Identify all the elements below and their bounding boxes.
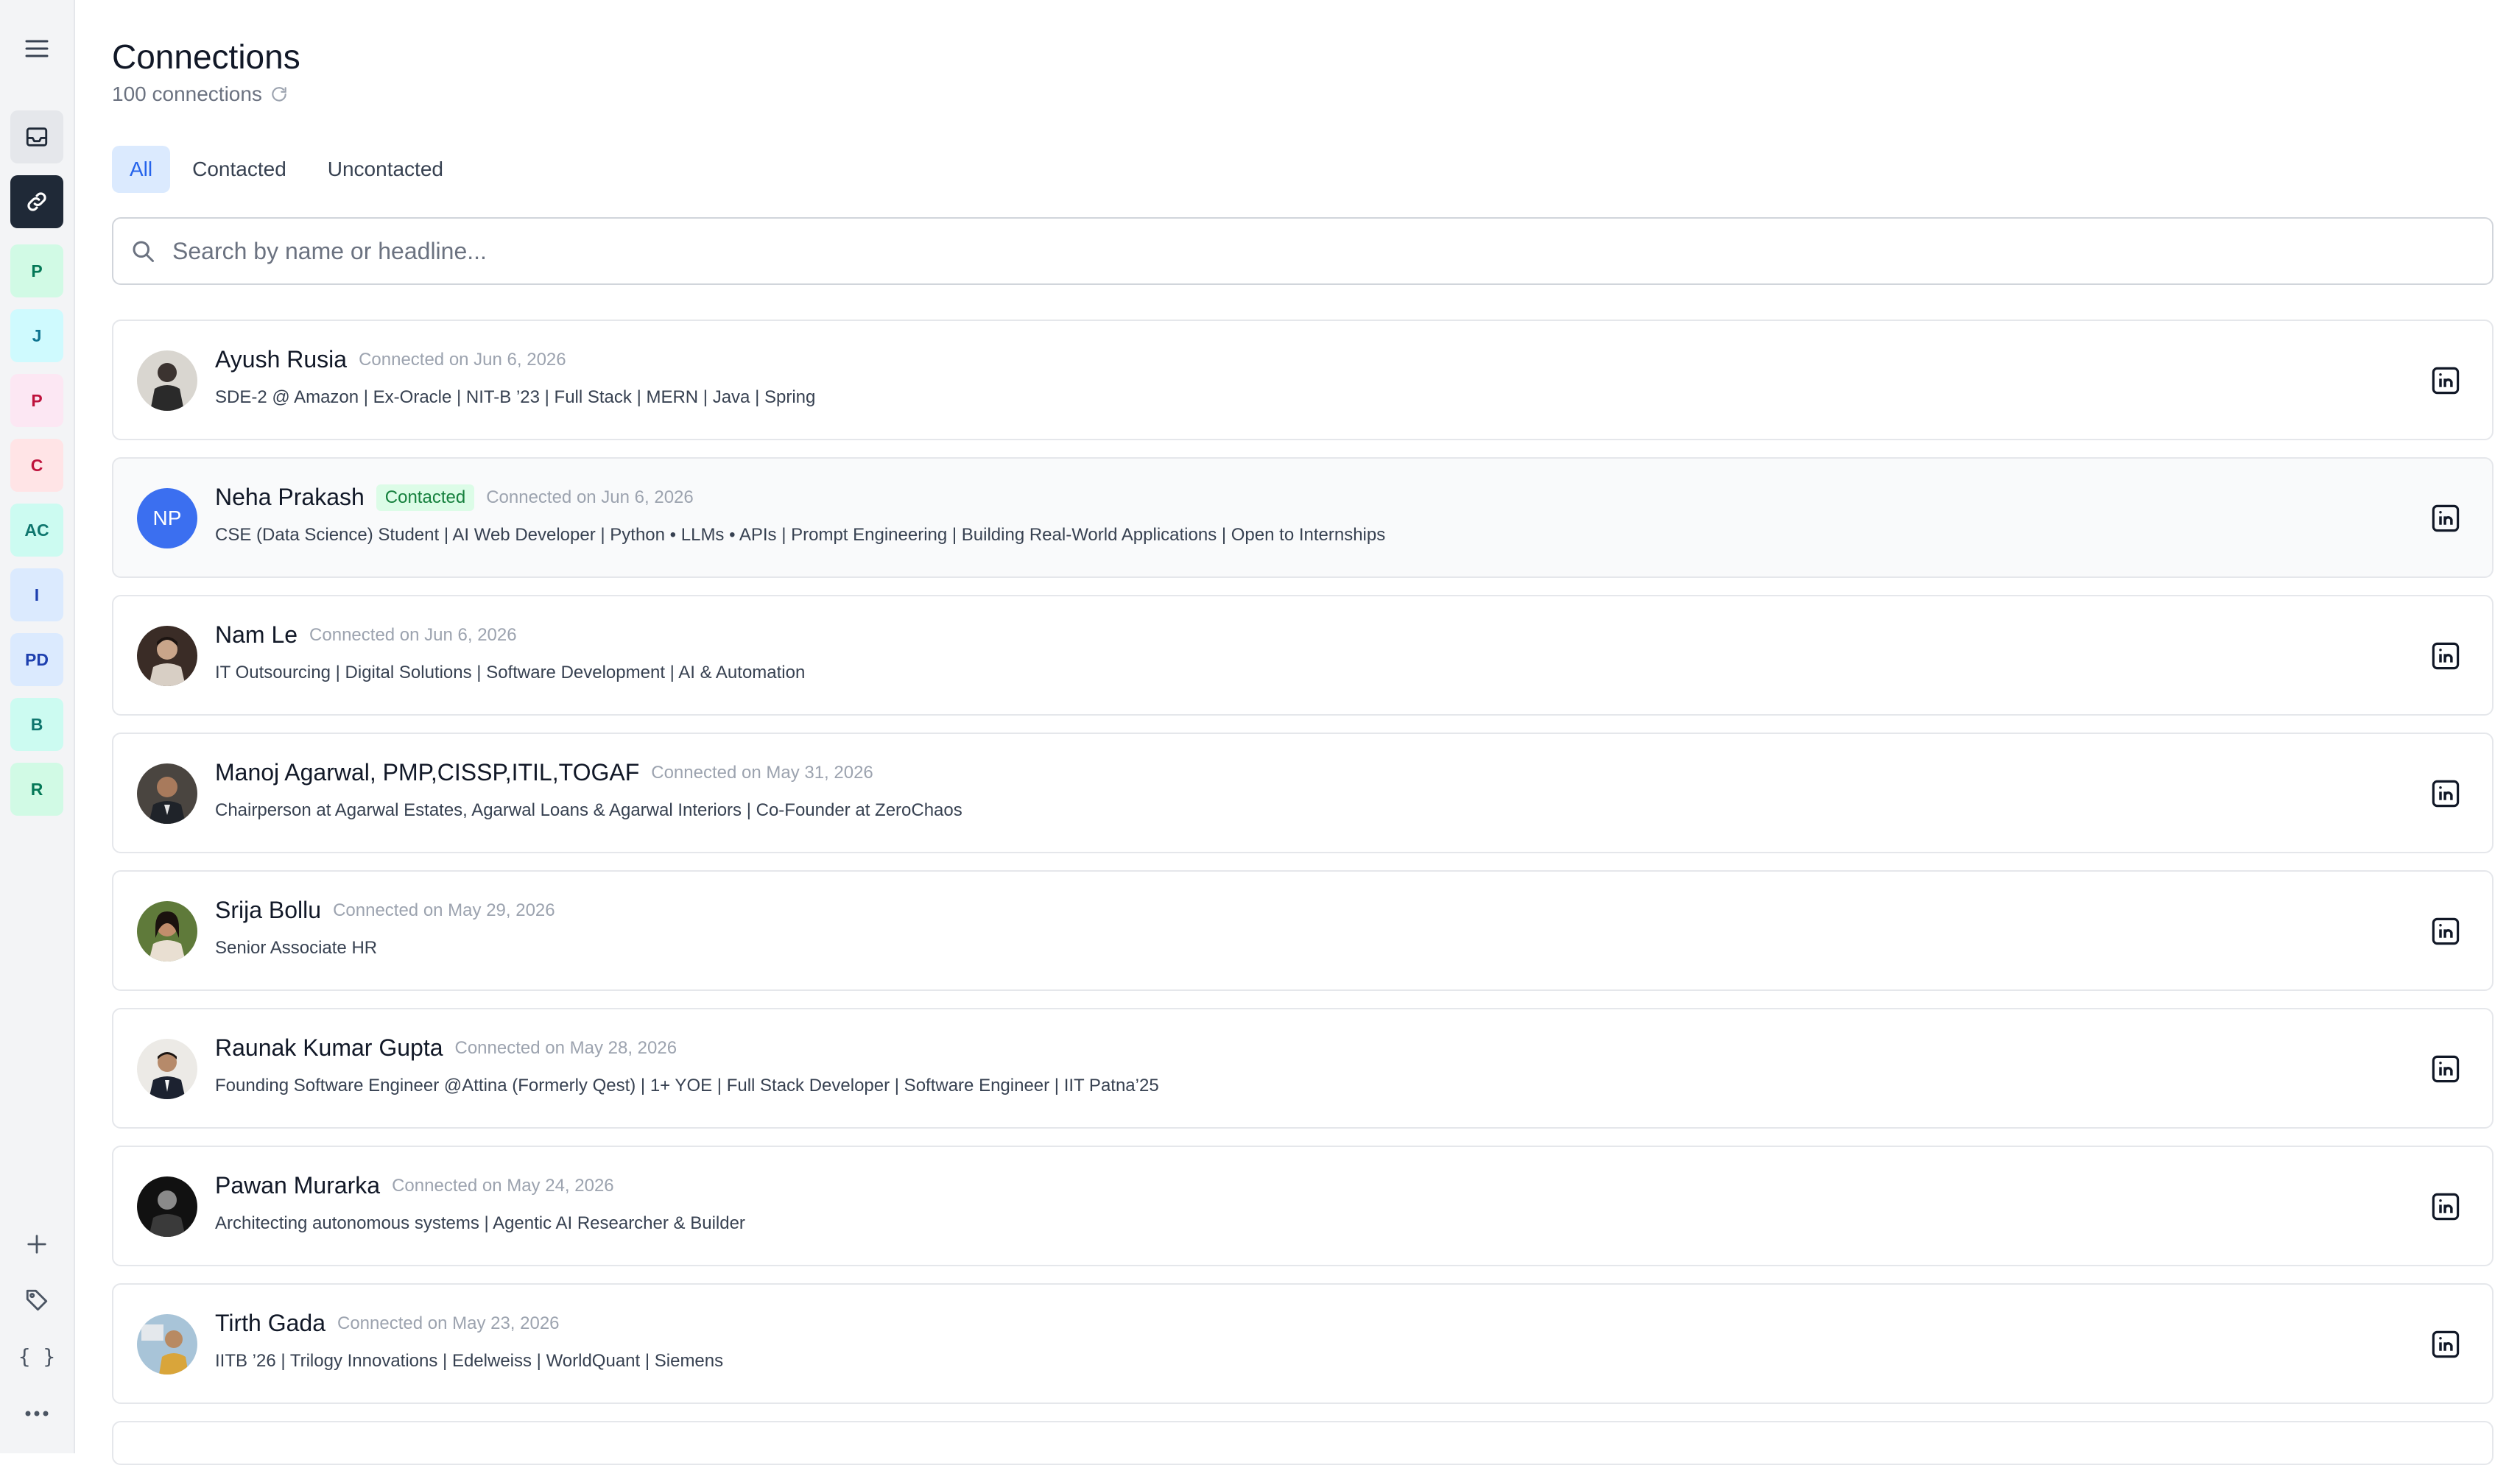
workspace-ac[interactable]: AC xyxy=(10,504,63,557)
connection-name[interactable]: Srija Bollu xyxy=(215,897,321,924)
connection-card[interactable]: Raunak Kumar Gupta Connected on May 28, … xyxy=(112,1008,2493,1129)
workspace-c[interactable]: C xyxy=(10,439,63,492)
workspace-p-2[interactable]: P xyxy=(10,374,63,427)
linkedin-icon[interactable] xyxy=(2429,1327,2463,1361)
link-icon[interactable] xyxy=(10,175,63,228)
connection-headline: CSE (Data Science) Student | AI Web Deve… xyxy=(215,525,1386,545)
connection-card[interactable]: NP Neha Prakash Contacted Connected on J… xyxy=(112,457,2493,578)
workspace-r[interactable]: R xyxy=(10,763,63,816)
workspace-i[interactable]: I xyxy=(10,568,63,621)
json-icon[interactable]: { } xyxy=(10,1334,63,1378)
avatar xyxy=(137,1314,197,1375)
linkedin-icon[interactable] xyxy=(2429,1052,2463,1086)
connection-card[interactable]: Ayush Rusia Connected on Jun 6, 2026 SDE… xyxy=(112,320,2493,440)
connection-name[interactable]: Ayush Rusia xyxy=(215,346,347,373)
linkedin-icon[interactable] xyxy=(2429,914,2463,948)
workspace-j[interactable]: J xyxy=(10,309,63,362)
connection-headline: Chairperson at Agarwal Estates, Agarwal … xyxy=(215,800,962,820)
connection-name[interactable]: Tirth Gada xyxy=(215,1310,325,1337)
linkedin-icon[interactable] xyxy=(2429,777,2463,811)
name-row: Manoj Agarwal, PMP,CISSP,ITIL,TOGAF Conn… xyxy=(215,759,873,786)
avatar xyxy=(137,350,197,411)
linkedin-icon[interactable] xyxy=(2429,364,2463,398)
connected-date: Connected on Jun 6, 2026 xyxy=(359,349,566,370)
name-row: Tirth Gada Connected on May 23, 2026 xyxy=(215,1310,560,1337)
filter-tabs: All Contacted Uncontacted xyxy=(112,146,462,193)
workspace-b[interactable]: B xyxy=(10,698,63,751)
connection-name[interactable]: Neha Prakash xyxy=(215,484,365,511)
name-row: Raunak Kumar Gupta Connected on May 28, … xyxy=(215,1034,677,1062)
linkedin-icon[interactable] xyxy=(2429,501,2463,535)
refresh-icon[interactable] xyxy=(270,85,289,104)
avatar xyxy=(137,626,197,686)
tab-uncontacted[interactable]: Uncontacted xyxy=(309,146,462,193)
tab-contacted[interactable]: Contacted xyxy=(173,146,306,193)
connection-count-label: 100 connections xyxy=(112,82,262,105)
connection-headline: SDE-2 @ Amazon | Ex-Oracle | NIT-B ’23 |… xyxy=(215,387,816,407)
search-icon xyxy=(130,238,156,264)
name-row: Pawan Murarka Connected on May 24, 2026 xyxy=(215,1172,614,1199)
connected-date: Connected on May 29, 2026 xyxy=(333,900,555,920)
name-row: Neha Prakash Contacted Connected on Jun … xyxy=(215,484,694,511)
connection-card[interactable] xyxy=(112,1421,2493,1465)
connection-headline: Founding Software Engineer @Attina (Form… xyxy=(215,1076,1159,1095)
sidebar: P J P C AC I PD B R { } xyxy=(0,0,75,1453)
name-row: Srija Bollu Connected on May 29, 2026 xyxy=(215,897,555,924)
menu-icon[interactable] xyxy=(10,22,63,75)
connected-date: Connected on May 28, 2026 xyxy=(454,1037,677,1058)
more-icon[interactable] xyxy=(10,1391,63,1436)
connection-card[interactable]: Pawan Murarka Connected on May 24, 2026 … xyxy=(112,1146,2493,1266)
connected-date: Connected on May 23, 2026 xyxy=(337,1313,560,1333)
connection-headline: Senior Associate HR xyxy=(215,938,378,958)
name-row: Ayush Rusia Connected on Jun 6, 2026 xyxy=(215,346,566,373)
connected-date: Connected on May 31, 2026 xyxy=(651,762,873,783)
connections-list: Ayush Rusia Connected on Jun 6, 2026 SDE… xyxy=(112,320,2493,1482)
avatar: NP xyxy=(137,488,197,548)
avatar xyxy=(137,763,197,824)
connection-name[interactable]: Nam Le xyxy=(215,621,298,649)
connected-date: Connected on Jun 6, 2026 xyxy=(486,487,694,507)
connection-card[interactable]: Manoj Agarwal, PMP,CISSP,ITIL,TOGAF Conn… xyxy=(112,733,2493,853)
workspace-p[interactable]: P xyxy=(10,244,63,297)
contacted-badge: Contacted xyxy=(376,484,475,511)
connection-headline: IT Outsourcing | Digital Solutions | Sof… xyxy=(215,663,806,682)
connection-card[interactable]: Srija Bollu Connected on May 29, 2026 Se… xyxy=(112,870,2493,991)
linkedin-icon[interactable] xyxy=(2429,639,2463,673)
connection-name[interactable]: Raunak Kumar Gupta xyxy=(215,1034,443,1062)
connected-date: Connected on May 24, 2026 xyxy=(392,1175,614,1196)
linkedin-icon[interactable] xyxy=(2429,1190,2463,1224)
search-box xyxy=(112,217,2493,285)
connection-name[interactable]: Manoj Agarwal, PMP,CISSP,ITIL,TOGAF xyxy=(215,759,639,786)
connection-headline: Architecting autonomous systems | Agenti… xyxy=(215,1213,745,1233)
connected-date: Connected on Jun 6, 2026 xyxy=(309,624,517,645)
workspace-pd[interactable]: PD xyxy=(10,633,63,686)
inbox-icon[interactable] xyxy=(10,110,63,163)
page-title: Connections xyxy=(112,38,300,76)
search-input[interactable] xyxy=(171,236,2492,266)
avatar xyxy=(137,1176,197,1237)
connection-name[interactable]: Pawan Murarka xyxy=(215,1172,380,1199)
connection-count: 100 connections xyxy=(112,82,289,106)
avatar xyxy=(137,1039,197,1099)
add-icon[interactable] xyxy=(10,1222,63,1266)
tab-all[interactable]: All xyxy=(112,146,171,193)
connection-card[interactable]: Tirth Gada Connected on May 23, 2026 IIT… xyxy=(112,1283,2493,1404)
avatar xyxy=(137,901,197,961)
connection-card[interactable]: Nam Le Connected on Jun 6, 2026 IT Outso… xyxy=(112,595,2493,716)
connection-headline: IITB ’26 | Trilogy Innovations | Edelwei… xyxy=(215,1351,724,1371)
name-row: Nam Le Connected on Jun 6, 2026 xyxy=(215,621,517,649)
tag-icon[interactable] xyxy=(10,1278,63,1322)
